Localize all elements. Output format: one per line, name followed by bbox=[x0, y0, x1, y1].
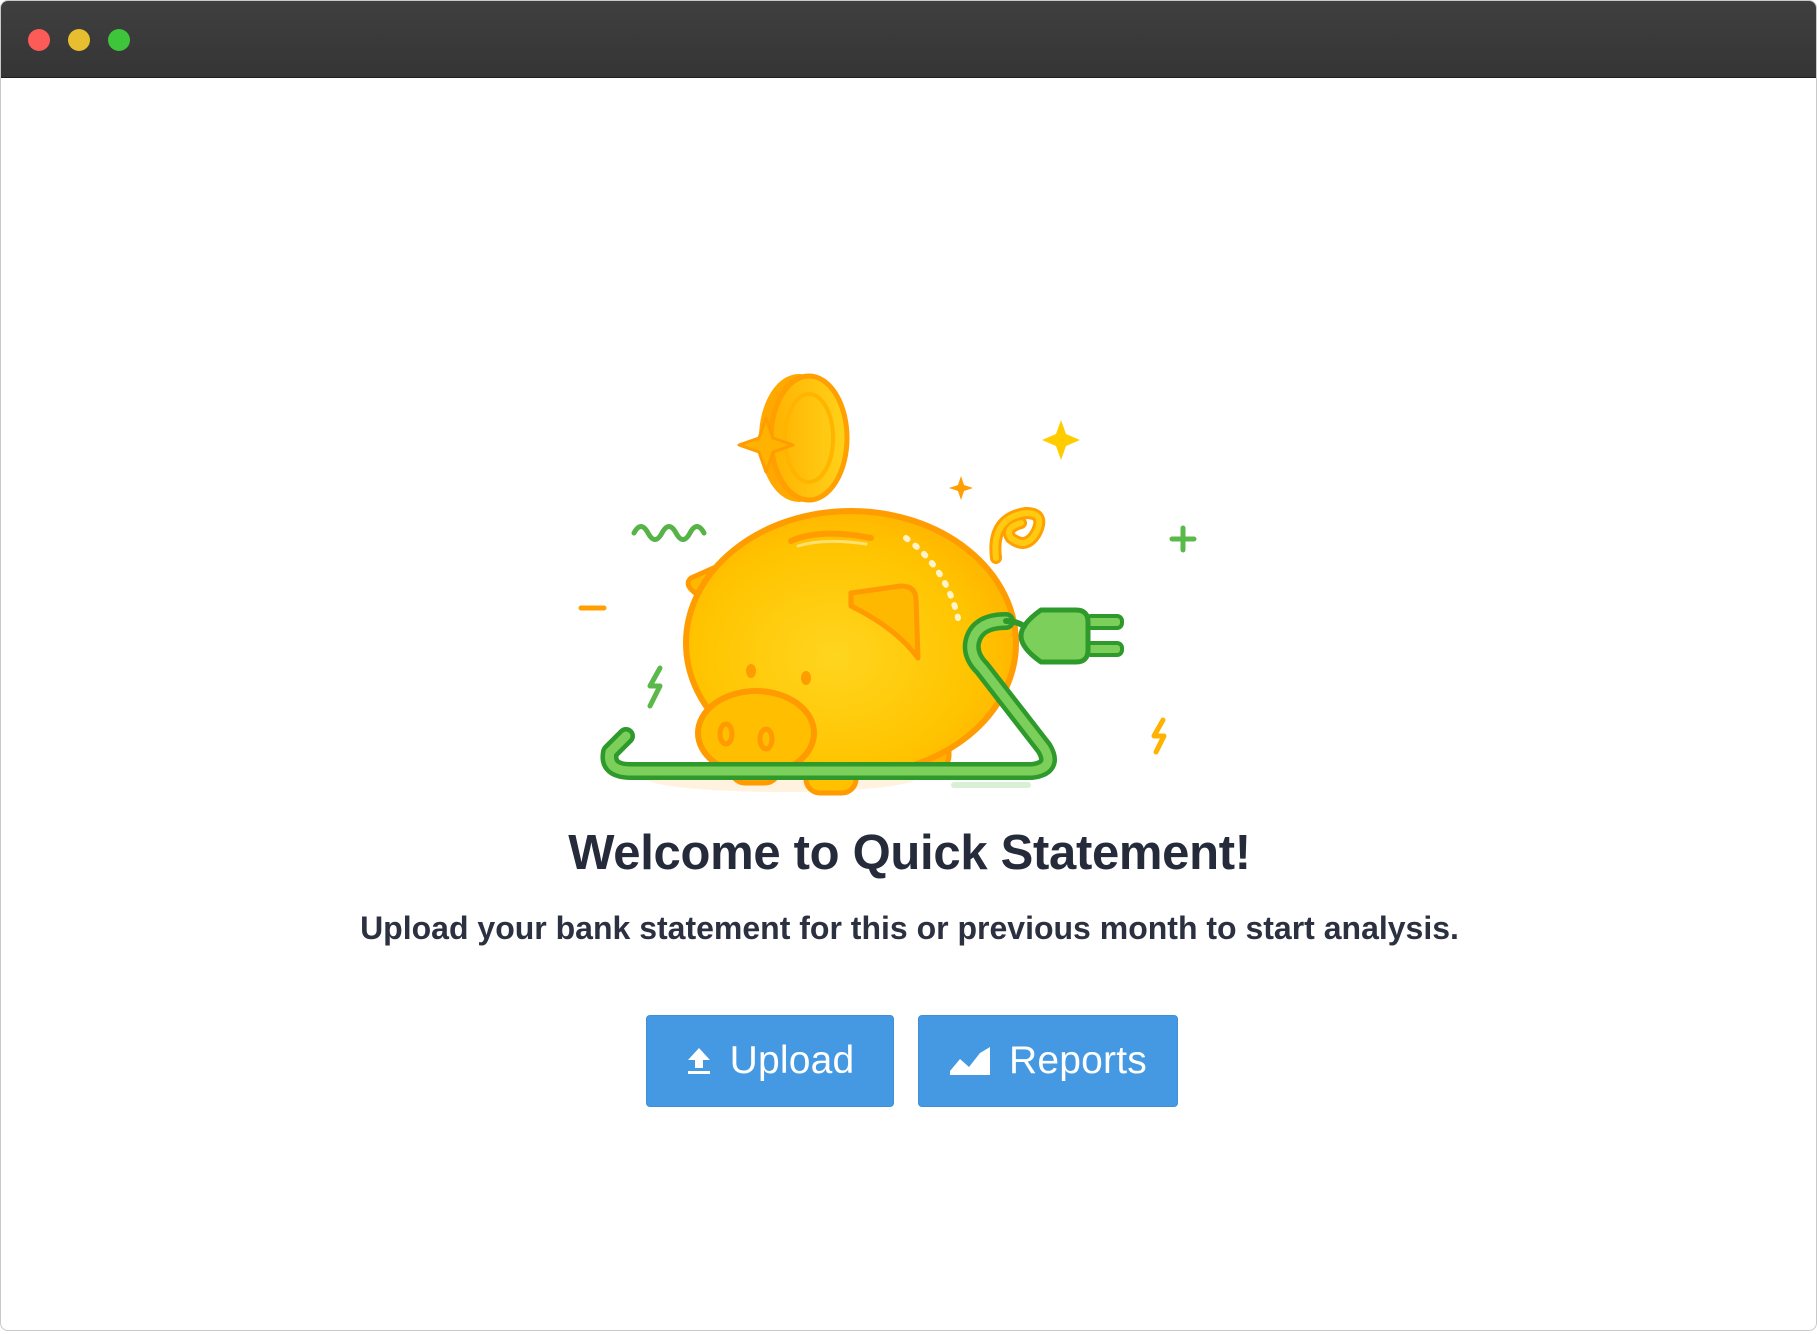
minimize-window-button[interactable] bbox=[68, 29, 90, 51]
lightning-icon bbox=[647, 665, 663, 709]
reports-button[interactable]: Reports bbox=[918, 1015, 1178, 1107]
pig-eye bbox=[801, 671, 811, 685]
welcome-title: Welcome to Quick Statement! bbox=[568, 826, 1251, 880]
area-chart-icon bbox=[949, 1045, 991, 1077]
piggy-bank-illustration bbox=[578, 373, 1197, 796]
plug-icon bbox=[1003, 607, 1124, 665]
zoom-window-button[interactable] bbox=[108, 29, 130, 51]
sparkle-icon bbox=[1042, 420, 1080, 460]
upload-button-label: Upload bbox=[729, 1039, 855, 1082]
squiggle-icon bbox=[631, 524, 707, 542]
welcome-screen: Welcome to Quick Statement! Upload your … bbox=[1, 78, 1816, 1330]
upload-button[interactable]: Upload bbox=[646, 1015, 894, 1107]
title-bar bbox=[1, 1, 1816, 78]
sparkle-icon bbox=[949, 476, 973, 500]
reports-button-label: Reports bbox=[1009, 1039, 1147, 1082]
upload-icon bbox=[686, 1046, 712, 1076]
welcome-subtitle: Upload your bank statement for this or p… bbox=[360, 910, 1459, 946]
app-window: Welcome to Quick Statement! Upload your … bbox=[0, 0, 1817, 1331]
plus-icon bbox=[1169, 525, 1197, 553]
close-window-button[interactable] bbox=[28, 29, 50, 51]
lightning-icon bbox=[1151, 717, 1167, 755]
pig-eye bbox=[746, 664, 756, 678]
ground-line bbox=[951, 782, 1031, 788]
